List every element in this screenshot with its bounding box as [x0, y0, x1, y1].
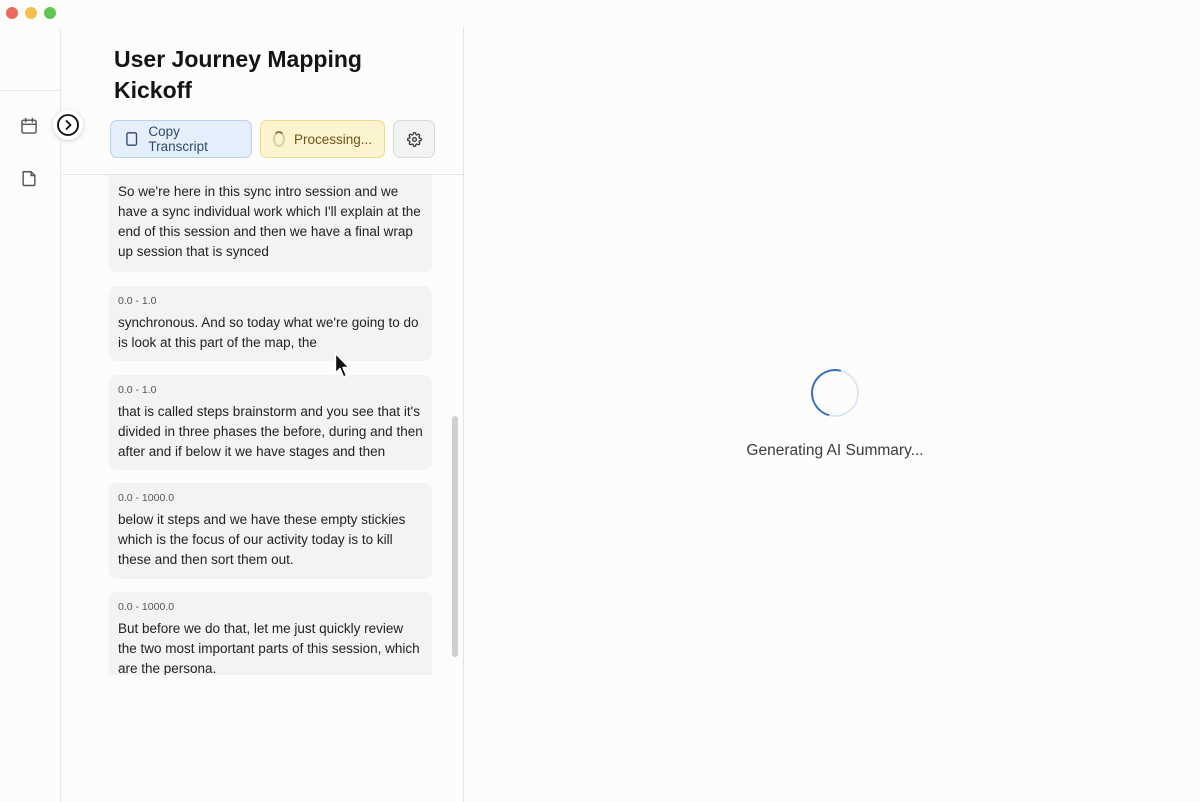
maximize-window-button[interactable] [44, 7, 56, 19]
close-window-button[interactable] [6, 7, 18, 19]
segment-text: below it steps and we have these empty s… [118, 512, 406, 567]
segment-text: synchronous. And so today what we're goi… [118, 315, 419, 350]
processing-label: Processing... [293, 131, 372, 147]
segment-text: So we're here in this sync intro session… [118, 184, 421, 259]
minimize-window-button[interactable] [25, 7, 37, 19]
transcript-segment: 0.0 - 1.0 synchronous. And so today what… [109, 286, 432, 361]
settings-button[interactable] [393, 120, 435, 158]
clipboard-icon [126, 132, 138, 146]
document-icon[interactable] [18, 167, 40, 189]
mouse-cursor-icon [334, 352, 350, 378]
transcript-panel: User Journey Mapping Kickoff Copy Transc… [62, 28, 464, 802]
gear-icon [406, 131, 422, 147]
copy-transcript-label: Copy Transcript [148, 124, 208, 154]
segment-timestamp: 0.0 - 1000.0 [118, 492, 175, 504]
transcript-scrollbar[interactable] [449, 175, 461, 675]
transcript-segment: 0.0 - 1000.0 below it steps and we have … [109, 483, 432, 579]
transcript-segment: 0.0 - 1000.0 But before we do that, let … [109, 592, 432, 675]
loading-spinner-icon [273, 131, 285, 147]
transcript-toolbar: Copy Transcript Processing... [110, 120, 435, 158]
summary-status-text: Generating AI Summary... [746, 442, 924, 459]
processing-button[interactable]: Processing... [260, 120, 385, 158]
transcript-list[interactable]: So we're here in this sync intro session… [93, 175, 433, 675]
chevron-right-circle-icon [57, 114, 79, 136]
segment-text: that is called steps brainstorm and you … [118, 404, 423, 459]
segment-text: But before we do that, let me just quick… [118, 621, 420, 675]
copy-transcript-button[interactable]: Copy Transcript [110, 120, 252, 158]
scrollbar-thumb[interactable] [452, 416, 458, 657]
transcript-segment: So we're here in this sync intro session… [109, 175, 432, 272]
nav-rail [0, 28, 61, 802]
transcript-segment: 0.0 - 1.0 that is called steps brainstor… [109, 375, 432, 470]
calendar-icon[interactable] [18, 115, 40, 137]
toggle-sidebar-button[interactable] [53, 110, 83, 140]
segment-timestamp: 0.0 - 1.0 [118, 295, 157, 307]
page-title: User Journey Mapping Kickoff [114, 46, 362, 103]
segment-timestamp: 0.0 - 1.0 [118, 384, 157, 396]
summary-panel: Generating AI Summary... [465, 28, 1200, 802]
rail-divider [0, 90, 61, 91]
loading-spinner-icon [802, 360, 868, 426]
segment-timestamp: 0.0 - 1000.0 [118, 601, 175, 613]
window-controls [6, 7, 56, 19]
